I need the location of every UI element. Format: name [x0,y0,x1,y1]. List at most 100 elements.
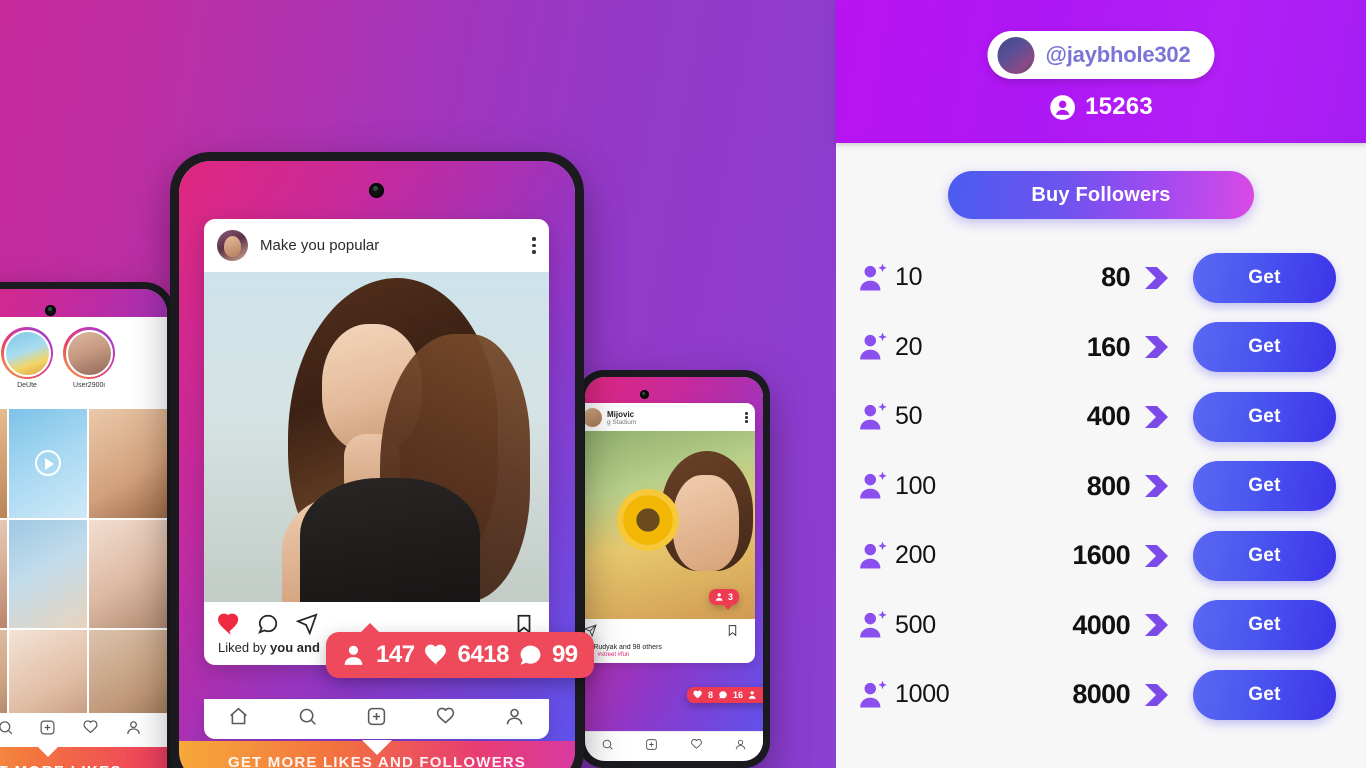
left-phone-photo-grid: ❤ ❤ ❤ ❤ ❤ [0,409,167,739]
package-price-group: 8000 [1033,679,1193,710]
main-phone-nav-bar [204,699,549,739]
story-label: DeUte [17,382,37,389]
photo-body [300,478,480,602]
buy-followers-button[interactable]: Buy Followers [948,171,1254,219]
person-add-icon [860,541,887,569]
search-icon[interactable] [601,738,614,756]
liked-by-bold: you and [270,640,320,655]
heart-filled-icon[interactable] [218,613,240,635]
badge-tail-icon [360,623,380,633]
person-icon [715,593,723,601]
table-row: 20 160 Get [836,313,1366,383]
chevron-right-icon [1143,405,1171,429]
package-quantity: 200 [858,540,1033,572]
main-post-header: Make you popular [204,219,549,272]
get-button[interactable]: Get [1193,461,1336,512]
package-price-group: 160 [1033,332,1193,363]
grid-photo[interactable] [9,519,87,629]
search-icon[interactable] [0,719,14,741]
package-price-group: 80 [1033,262,1193,293]
ribbon-notch-icon [37,746,59,757]
package-price: 800 [1086,470,1131,501]
table-row: 50 400 Get [836,382,1366,452]
activity-icon[interactable] [435,706,456,732]
get-button[interactable]: Get [1193,669,1336,720]
person-circle-icon [1050,94,1075,120]
photo-sunflower [617,489,679,551]
right-phone-nav-bar [585,731,763,761]
package-count: 10 [895,263,923,292]
left-ribbon-text: GET MORE LIKES [0,763,122,768]
person-add-icon [860,332,887,360]
left-phone-nav-bar [0,713,167,747]
add-post-icon[interactable] [39,719,56,741]
package-list: 10 80 Get 20 160 Get 50 400 Get 100 800 Get 200 1600 G… [836,243,1366,730]
package-price-group: 1600 [1033,540,1193,571]
right-tags-value: #street #fun [597,652,630,658]
story-item[interactable]: DeUte [1,327,53,409]
right-badge-likes: 8 [708,690,714,700]
grid-photo[interactable]: ❤ ❤ [0,409,7,518]
add-post-icon[interactable] [645,738,658,756]
profile-icon[interactable] [734,738,747,756]
comment-icon[interactable] [257,613,279,635]
package-count: 50 [895,402,923,431]
avatar [997,36,1035,74]
package-count: 200 [895,541,936,570]
right-badge-followers: 3 [728,592,734,602]
table-row: 500 4000 Get [836,591,1366,661]
app-screen: Fake city DeUte User2900i [0,0,1366,768]
chevron-right-icon [1143,474,1171,498]
account-username: @jaybhole302 [1045,42,1191,67]
engagement-likes: 6418 [457,641,510,668]
left-phone-camera-icon [45,305,56,316]
get-button[interactable]: Get [1193,252,1336,303]
left-phone-mockup: Fake city DeUte User2900i [0,282,174,768]
person-add-icon [860,402,887,430]
package-price: 400 [1086,401,1131,432]
bookmark-icon[interactable] [726,624,748,642]
heart-overlay: ❤ ❤ ❤ [0,520,7,629]
person-add-icon [860,680,887,708]
person-icon [344,645,363,665]
left-phone-screen: Fake city DeUte User2900i [0,289,167,768]
play-video-icon [35,450,61,477]
search-icon[interactable] [297,706,318,732]
profile-icon[interactable] [125,719,142,741]
liked-by-prefix: Liked by [218,640,271,655]
get-button[interactable]: Get [1193,391,1336,442]
package-price: 4000 [1072,609,1130,640]
get-button[interactable]: Get [1193,530,1336,581]
right-phone-post-card: Mijovic g Stadium sh Rudyak and 98 other… [585,403,755,663]
heart-overlay: ❤ ❤ [0,409,7,518]
add-post-icon[interactable] [366,706,387,732]
grid-photo[interactable] [89,519,167,629]
engagement-badge: 147 6418 99 [326,623,594,678]
table-row: 1000 8000 Get [836,660,1366,730]
photo-face [673,475,739,571]
activity-icon[interactable] [690,738,703,756]
package-quantity: 100 [858,470,1033,502]
heart-icon [424,644,446,665]
grid-photo[interactable] [9,409,87,518]
grid-photo[interactable]: ❤ ❤ ❤ [0,519,7,629]
profile-icon[interactable] [504,706,525,732]
package-count: 1000 [895,680,950,709]
get-button[interactable]: Get [1193,600,1336,651]
account-chip[interactable]: @jaybhole302 [987,31,1215,79]
grid-photo[interactable] [89,409,167,518]
story-item[interactable]: User2900i [63,327,115,409]
package-price-group: 4000 [1033,610,1193,641]
home-icon[interactable] [228,706,249,732]
package-count: 20 [895,332,923,361]
more-options-icon[interactable] [745,411,748,424]
person-icon [748,691,756,699]
engagement-followers: 147 [376,641,415,668]
person-add-icon [860,263,887,291]
get-button[interactable]: Get [1193,322,1336,373]
send-icon[interactable] [296,613,318,635]
more-options-icon[interactable] [532,234,536,257]
package-price-group: 800 [1033,471,1193,502]
activity-icon[interactable] [82,719,99,741]
left-phone-ribbon: GET MORE LIKES [0,746,167,768]
